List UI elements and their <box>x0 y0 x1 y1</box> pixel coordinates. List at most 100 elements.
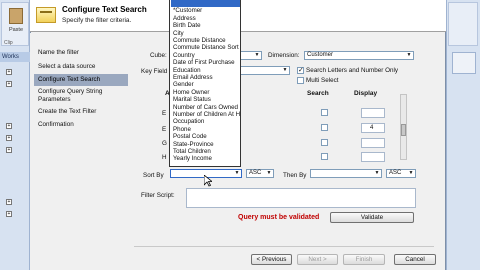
dropdown-option[interactable]: Number of Children At Home <box>171 111 240 118</box>
tree-row[interactable]: + <box>2 210 28 219</box>
col-display-header: Display <box>354 90 378 97</box>
expand-box-icon[interactable]: + <box>6 135 12 141</box>
clipboard-label: Clip <box>4 40 13 46</box>
ribbon-group <box>448 2 478 46</box>
chevron-down-icon: ▼ <box>408 170 414 176</box>
cancel-button[interactable]: Cancel <box>394 254 436 265</box>
dropdown-option[interactable]: Country <box>171 52 240 59</box>
nav-item-name-filter[interactable]: Name the filter <box>34 47 128 59</box>
dropdown-option[interactable]: *Customer <box>171 7 240 14</box>
dropdown-option[interactable]: Birth Date <box>171 22 240 29</box>
wizard-nav: Name the filter Select a data source Con… <box>30 33 130 270</box>
dropdown-option[interactable]: Date of First Purchase <box>171 59 240 66</box>
expand-box-icon[interactable]: + <box>6 199 12 205</box>
display-order-field[interactable] <box>361 152 385 162</box>
row-label: G <box>162 140 167 147</box>
tree-row[interactable]: + <box>2 146 28 155</box>
chevron-down-icon: ▼ <box>266 170 272 176</box>
dropdown-option[interactable]: State-Province <box>171 141 240 148</box>
attribute-dropdown-list[interactable]: *Customer Address Birth Date City Commut… <box>169 0 241 167</box>
next-button[interactable]: Next > <box>297 254 338 265</box>
key-field-select[interactable]: ▼ <box>238 66 290 75</box>
dropdown-option[interactable]: Email Address <box>171 74 240 81</box>
dropdown-option[interactable]: Education <box>171 67 240 74</box>
scrollbar-thumb[interactable] <box>401 124 406 136</box>
chevron-down-icon: ▼ <box>374 170 380 176</box>
chevron-down-icon: ▼ <box>234 170 240 176</box>
finish-button[interactable]: Finish <box>343 254 385 265</box>
paste-icon <box>9 8 23 24</box>
chevron-down-icon: ▼ <box>282 67 288 73</box>
search-letters-checkbox[interactable] <box>297 66 304 74</box>
search-checkbox[interactable] <box>321 153 328 160</box>
tree-row[interactable]: + <box>2 80 28 89</box>
previous-button[interactable]: < Previous <box>251 254 292 265</box>
row-label: E <box>162 110 167 117</box>
multi-select-label: Multi Select <box>306 77 339 84</box>
dropdown-option[interactable]: Yearly Income <box>171 155 240 162</box>
validation-message: Query must be validated <box>238 214 320 221</box>
tree-row[interactable]: + <box>2 122 28 131</box>
dropdown-option[interactable]: Gender <box>171 81 240 88</box>
search-checkbox[interactable] <box>321 109 328 116</box>
cube-select[interactable]: ▼ <box>238 51 262 60</box>
dropdown-option[interactable]: Commute Distance Sort <box>171 44 240 51</box>
expand-box-icon[interactable]: + <box>6 211 12 217</box>
then-by-direction: ASC <box>389 170 402 176</box>
dimension-select[interactable]: Customer ▼ <box>304 51 414 60</box>
row-label: E <box>162 126 167 133</box>
search-checkbox[interactable] <box>321 124 328 131</box>
paste-button[interactable]: Paste Clip <box>1 2 29 46</box>
cube-label: Cube: <box>150 52 167 59</box>
page-title: Configure Text Search <box>62 5 147 14</box>
expand-box-icon[interactable]: + <box>6 147 12 153</box>
row-label: H <box>162 154 167 161</box>
nav-item-confirmation[interactable]: Confirmation <box>34 119 128 131</box>
then-by-label: Then By <box>283 172 307 179</box>
key-field-label: Key Field <box>141 68 168 75</box>
dropdown-option[interactable]: Marital Status <box>171 96 240 103</box>
col-search-header: Search <box>307 90 329 97</box>
dropdown-option[interactable]: Occupation <box>171 118 240 125</box>
dropdown-option[interactable]: City <box>171 30 240 37</box>
paste-label: Paste <box>8 27 24 33</box>
display-order-field[interactable] <box>361 138 385 148</box>
dropdown-option[interactable]: Phone <box>171 126 240 133</box>
dropdown-option[interactable]: Home Owner <box>171 89 240 96</box>
validate-button[interactable]: Validate <box>330 212 414 223</box>
expand-box-icon[interactable]: + <box>6 123 12 129</box>
then-by-direction-select[interactable]: ASC ▼ <box>386 169 416 178</box>
expand-box-icon[interactable]: + <box>6 69 12 75</box>
sort-by-label: Sort By <box>143 172 164 179</box>
dropdown-option[interactable]: Postal Code <box>171 133 240 140</box>
nav-item-create-filter[interactable]: Create the Text Filter <box>34 106 128 118</box>
chevron-down-icon: ▼ <box>406 52 412 58</box>
search-letters-label: Search Letters and Number Only <box>306 67 399 74</box>
chevron-down-icon: ▼ <box>254 52 260 58</box>
sort-by-direction-select[interactable]: ASC ▼ <box>246 169 274 178</box>
nav-item-data-source[interactable]: Select a data source <box>34 61 128 73</box>
dropdown-option[interactable]: Total Children <box>171 148 240 155</box>
page-subtitle: Specify the filter criteria. <box>62 17 132 24</box>
search-checkbox[interactable] <box>321 139 328 146</box>
tree-row[interactable]: + <box>2 198 28 207</box>
dropdown-option[interactable]: Commute Distance <box>171 37 240 44</box>
nav-item-configure-text-search[interactable]: Configure Text Search <box>34 74 128 86</box>
then-by-select[interactable]: ▼ <box>310 169 382 178</box>
dimension-value: Customer <box>307 52 334 58</box>
multi-select-checkbox[interactable] <box>297 77 304 84</box>
mouse-cursor-icon <box>204 175 212 187</box>
filter-script-textarea[interactable] <box>186 188 416 208</box>
side-panel-box <box>452 52 476 74</box>
display-order-field[interactable] <box>361 108 385 118</box>
expand-box-icon[interactable]: + <box>6 81 12 87</box>
works-tab[interactable]: Works <box>0 52 30 62</box>
nav-item-query-string[interactable]: Configure Query String Parameters <box>34 86 128 105</box>
display-order-field[interactable]: 4 <box>361 123 385 133</box>
dropdown-option[interactable] <box>171 0 240 8</box>
dropdown-option[interactable]: Number of Cars Owned <box>171 104 240 111</box>
tree-row[interactable]: + <box>2 68 28 77</box>
tree-row[interactable]: + <box>2 134 28 143</box>
dropdown-option[interactable]: Address <box>171 15 240 22</box>
footer-divider <box>134 246 434 247</box>
